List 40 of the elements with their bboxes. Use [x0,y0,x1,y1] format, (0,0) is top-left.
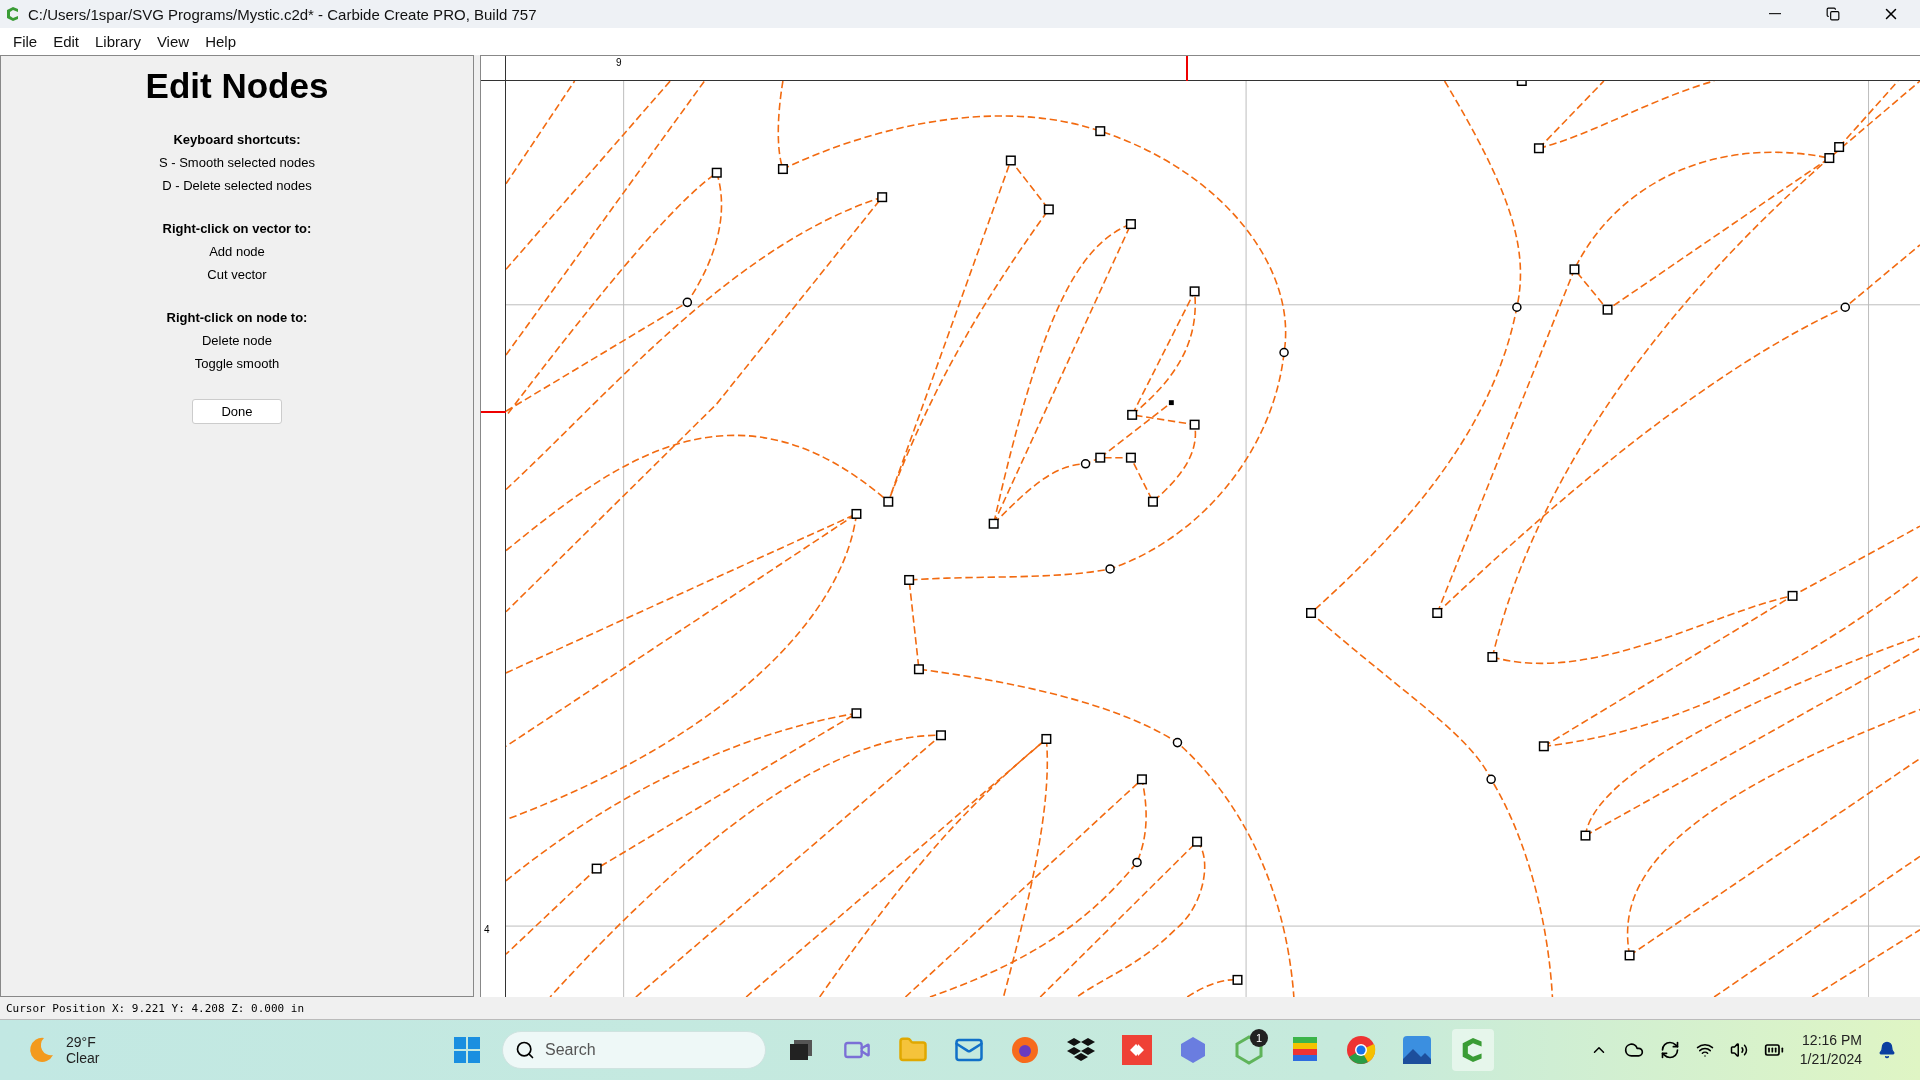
temperature-text: 29°F [66,1034,97,1050]
clock-time[interactable]: 12:16 PM [1802,1031,1862,1050]
design-canvas[interactable]: 9 4 [480,55,1920,997]
instruction-text: S - Smooth selected nodes [158,154,316,172]
section-heading: Right-click on node to: [166,309,308,327]
cloud-icon[interactable] [1623,1040,1644,1060]
wifi-icon[interactable] [1695,1041,1714,1059]
instruction-text: Cut vector [207,266,267,284]
cursor-marker [481,411,506,413]
notification-badge: 1 [1250,1029,1268,1047]
menu-item[interactable]: File [6,31,45,52]
menu-item[interactable]: Help [198,31,243,52]
search-icon [515,1040,535,1060]
section-heading: Keyboard shortcuts: [173,131,301,149]
notification-bell-icon[interactable] [1878,1041,1896,1059]
search-field[interactable]: Search [502,1031,766,1069]
sync-icon[interactable] [1659,1040,1680,1060]
cursor-position-text: Cursor Position X: 9.221 Y: 4.208 Z: 0.000 in [6,1001,304,1015]
minimize-icon [1769,13,1781,15]
ruler-label: 4 [484,924,490,935]
cursor-marker [1186,56,1188,81]
panel-title: Edit Nodes [145,66,329,106]
windows-logo-icon [453,1036,481,1064]
restore-icon [1826,7,1840,21]
menu-item[interactable]: Edit [46,31,87,52]
instruction-text: D - Delete selected nodes [162,177,312,195]
instruction-text: Add node [209,243,265,261]
carbide-app-icon[interactable] [1452,1029,1494,1071]
menu-item[interactable]: View [149,31,197,52]
window-title: C:/Users/1spar/SVG Programs/Mystic.c2d* - Carbide Create PRO, Build 757 [28,5,538,23]
instruction-text: Delete node [201,332,273,350]
ruler-label: 9 [616,57,622,68]
app-logo-icon [6,6,20,22]
instruction-text: Toggle smooth [194,355,280,373]
clock-date[interactable]: 1/21/2024 [1799,1050,1862,1069]
section-heading: Right-click on vector to: [162,220,312,238]
volume-icon[interactable] [1729,1041,1748,1059]
done-button[interactable]: Done [192,399,282,424]
menu-item[interactable]: Library [88,31,148,52]
weather-condition-text: Clear [66,1050,100,1066]
